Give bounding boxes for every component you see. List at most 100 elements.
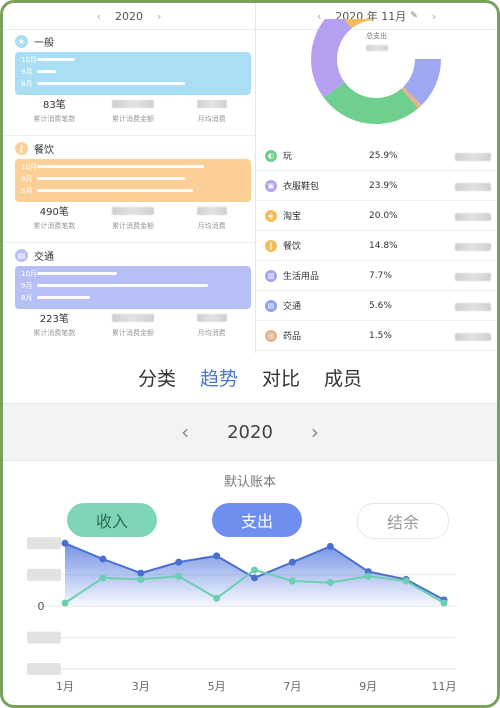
category-percent-list: ◐ 玩 25.9% ▣ 衣服鞋包 23.9% ◈ 淘宝 20.0% ‖ 餐饮 14.8% ▥ 生活用品 7.… <box>256 141 497 351</box>
count-value: 223笔 <box>39 314 69 325</box>
hidden-amount <box>455 303 491 311</box>
category-name: 生活用品 <box>283 272 320 282</box>
category-percent-row[interactable]: ▤ 交通 5.6% <box>256 291 497 321</box>
hidden-y-label <box>27 537 61 550</box>
category-percent-row[interactable]: ▥ 生活用品 7.7% <box>256 261 497 291</box>
monthly-bar-card: 10月 9月 8月 <box>15 266 251 309</box>
category-block[interactable]: ‖ 餐饮 10月 9月 8月 490笔 累计消费笔数 累计消费金额 月均消费 <box>3 137 255 247</box>
month-bar-row: 10月 <box>21 162 204 171</box>
month-bar-row: 8月 <box>21 79 185 88</box>
hidden-amount <box>196 314 227 322</box>
hidden-amount <box>112 314 154 322</box>
category-percent-row[interactable]: ▣ 衣服鞋包 23.9% <box>256 171 497 201</box>
tab-2[interactable]: 趋势 <box>200 364 238 391</box>
expense-button[interactable]: 支出 <box>212 503 302 537</box>
x-tick-label: 9月 <box>359 680 377 693</box>
chevron-left-icon[interactable]: ‹ <box>181 420 189 444</box>
star-icon: ★ <box>15 35 28 48</box>
month-bar <box>37 296 90 299</box>
month-label: 10月 <box>21 162 37 171</box>
income-button[interactable]: 收入 <box>67 503 157 537</box>
chevron-right-icon[interactable]: › <box>311 420 319 444</box>
category-name: 一般 <box>34 38 54 49</box>
x-tick-label: 7月 <box>283 680 301 693</box>
utensils-icon: ‖ <box>265 239 277 252</box>
category-name: 餐饮 <box>283 242 302 252</box>
tab-3[interactable]: 对比 <box>262 364 300 391</box>
monthly-bar-card: 10月 9月 8月 <box>15 52 251 95</box>
month-bar <box>37 272 117 275</box>
chevron-left-icon[interactable]: ‹ <box>97 10 101 23</box>
month-bar <box>37 284 208 287</box>
income-point <box>61 599 69 607</box>
month-bar <box>37 70 56 73</box>
chevron-right-icon[interactable]: › <box>157 10 161 23</box>
tab-1[interactable]: 分类 <box>138 364 176 391</box>
account-book-name[interactable]: 默认账本 <box>3 471 497 490</box>
stat-label: 累计消费笔数 <box>33 222 76 230</box>
bus-icon: ▤ <box>15 249 28 262</box>
month-label: 10月 <box>21 55 37 64</box>
category-block[interactable]: ▤ 交通 10月 9月 8月 223笔 累计消费笔数 累计消费金额 月均消费 <box>3 244 255 353</box>
category-percent-row[interactable]: ‖ 餐饮 14.8% <box>256 231 497 261</box>
category-panel: ‹ 2020 › ★ 一般 10月 9月 8月 83笔 累计消费笔数 累计消费金额 月均消费 ‖ 餐… <box>3 3 256 353</box>
hidden-amount <box>455 273 491 281</box>
stat-label: 累计消费笔数 <box>33 329 76 337</box>
category-percent: 7.7% <box>369 270 392 281</box>
category-name: 交通 <box>34 252 54 263</box>
month-bar-row: 9月 <box>21 67 56 76</box>
count-value: 490笔 <box>39 207 69 218</box>
category-percent-row[interactable]: ◈ 淘宝 20.0% <box>256 201 497 231</box>
pill-icon: ◎ <box>265 329 277 342</box>
category-percent: 20.0% <box>369 210 398 221</box>
income-point <box>364 572 372 580</box>
category-name: 衣服鞋包 <box>283 182 320 192</box>
category-percent: 14.8% <box>369 240 398 251</box>
year-value: 2020 <box>227 421 273 443</box>
divider <box>3 135 255 136</box>
category-title: ‖ 餐饮 <box>15 141 54 156</box>
stat-label: 月均消费 <box>197 115 226 123</box>
hidden-amount <box>455 243 491 251</box>
category-name: 玩 <box>283 152 293 162</box>
hidden-amount <box>455 213 491 221</box>
category-percent: 1.5% <box>369 330 392 341</box>
expense-point <box>99 555 107 563</box>
month-label: 9月 <box>21 67 33 76</box>
app-frame: ‹ 2020 › ★ 一般 10月 9月 8月 83笔 累计消费笔数 累计消费金额 月均消费 ‖ 餐… <box>0 0 500 708</box>
expense-point <box>137 569 145 577</box>
y-tick-label: 0 <box>38 600 45 613</box>
month-bar-row: 10月 <box>21 55 75 64</box>
month-label: 8月 <box>21 79 33 88</box>
category-stats: 490笔 累计消费笔数 累计消费金额 月均消费 <box>15 207 251 231</box>
stat-label: 累计消费金额 <box>112 115 154 123</box>
x-tick-label: 5月 <box>208 680 226 693</box>
month-label: 8月 <box>21 186 33 195</box>
category-percent-row[interactable]: ◐ 玩 25.9% <box>256 141 497 171</box>
month-bar <box>37 58 75 61</box>
month-label: 9月 <box>21 281 33 290</box>
expense-point <box>175 558 183 566</box>
month-label: 10月 <box>21 269 37 278</box>
box-icon: ▥ <box>265 269 277 282</box>
income-point <box>402 577 410 585</box>
category-percent: 25.9% <box>369 150 398 161</box>
x-tick-label: 1月 <box>56 680 74 693</box>
balance-button[interactable]: 结余 <box>357 503 449 539</box>
category-name: 餐饮 <box>34 145 54 156</box>
utensils-icon: ‖ <box>15 142 28 155</box>
category-block[interactable]: ★ 一般 10月 9月 8月 83笔 累计消费笔数 累计消费金额 月均消费 <box>3 30 255 140</box>
year-header: ‹ 2020 › <box>3 3 255 30</box>
stat-label: 累计消费金额 <box>112 222 154 230</box>
hidden-amount <box>112 100 154 108</box>
income-point <box>137 575 145 583</box>
tab-4[interactable]: 成员 <box>324 364 362 391</box>
month-bar <box>37 82 185 85</box>
bus-icon: ▤ <box>265 299 277 312</box>
hidden-y-label <box>27 568 61 581</box>
hidden-amount <box>455 183 491 191</box>
hidden-amount <box>455 153 491 161</box>
category-percent-row[interactable]: ◎ 药品 1.5% <box>256 321 497 351</box>
trend-chart: 0 1月 3月 5月 7月 9月 11月 <box>3 537 497 705</box>
month-bar-row: 9月 <box>21 174 185 183</box>
